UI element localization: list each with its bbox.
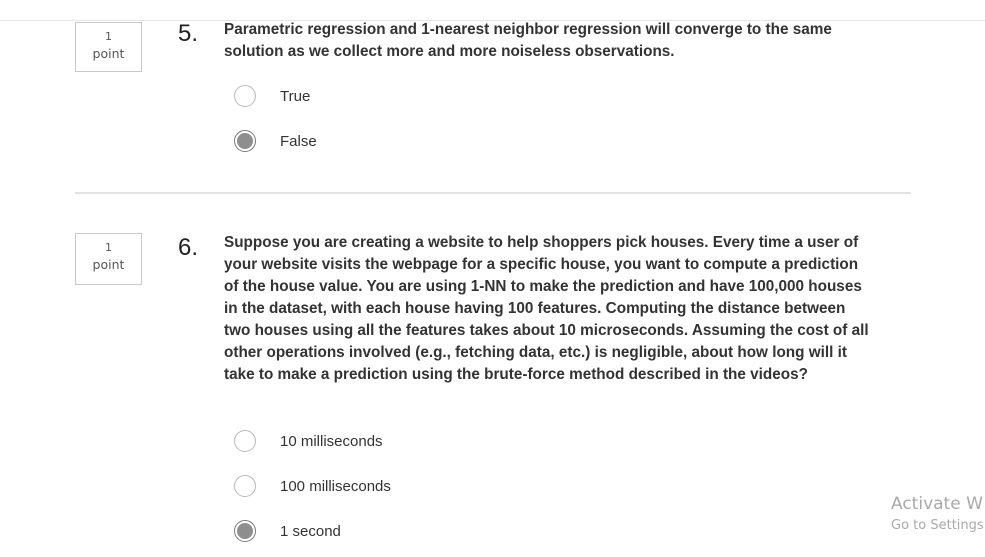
question-text: Suppose you are creating a website to he…	[224, 234, 869, 383]
option-100-milliseconds[interactable]: 100 milliseconds	[234, 473, 391, 499]
option-1-second[interactable]: 1 second	[234, 518, 341, 544]
option-label: 100 milliseconds	[280, 477, 391, 495]
points-label: point	[92, 257, 125, 272]
question-number: 5.	[178, 20, 199, 47]
radio-button[interactable]	[234, 85, 256, 107]
option-label: False	[280, 132, 317, 150]
points-label: point	[92, 46, 125, 61]
radio-button[interactable]	[234, 475, 256, 497]
option-label: True	[280, 87, 311, 105]
radio-button[interactable]	[234, 430, 256, 452]
option-label: 10 milliseconds	[280, 432, 383, 450]
windows-activation-watermark: Activate W Go to Settings	[891, 494, 984, 535]
watermark-subtitle: Go to Settings	[891, 518, 984, 533]
points-value: 1	[105, 241, 112, 254]
quiz-page: '' '' '' 1 point 5. Parametric regressio…	[0, 0, 985, 557]
question-number: 6.	[178, 234, 199, 261]
points-value: 1	[105, 30, 112, 43]
points-box: 1 point	[75, 233, 142, 285]
option-false[interactable]: False	[234, 128, 317, 154]
option-true[interactable]: True	[234, 83, 310, 109]
radio-button-selected[interactable]	[234, 130, 256, 152]
watermark-title: Activate W	[891, 494, 983, 514]
option-10-milliseconds[interactable]: 10 milliseconds	[234, 428, 383, 454]
question-text: Parametric regression and 1-nearest neig…	[224, 21, 832, 60]
cropped-header-text: '' '' ''	[8, 0, 51, 5]
question-divider	[75, 192, 911, 194]
option-label: 1 second	[280, 522, 341, 540]
radio-button-selected[interactable]	[234, 520, 256, 542]
points-box: 1 point	[75, 22, 142, 72]
